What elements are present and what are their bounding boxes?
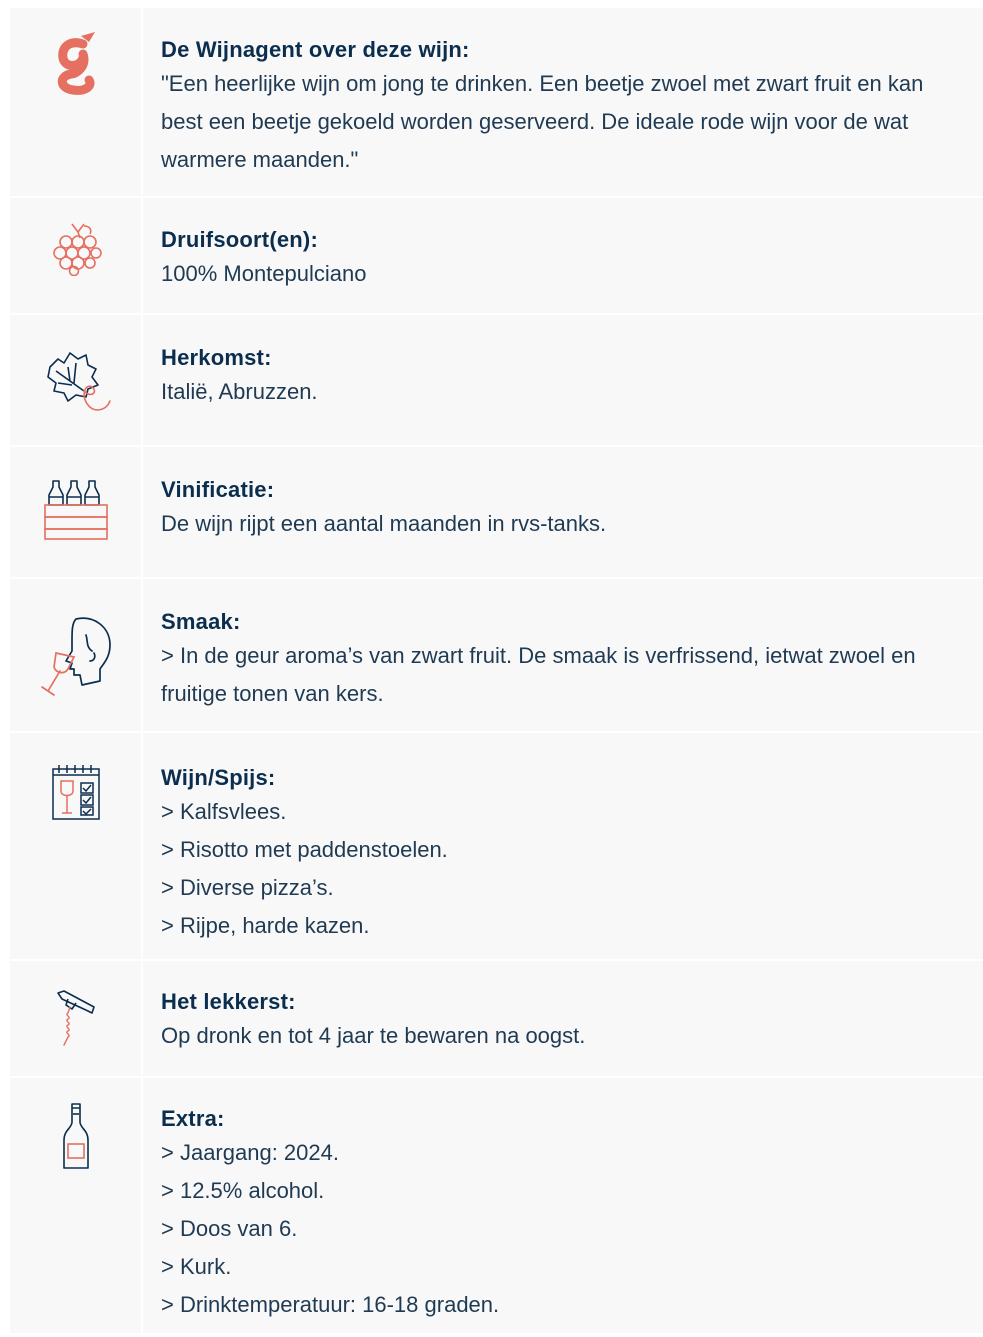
text-cell: Wijn/Spijs: > Kalfsvlees. > Risotto met … [143, 733, 983, 959]
tasting-face-icon [34, 613, 118, 697]
section-het-lekkerst: Het lekkerst: Op dronk en tot 4 jaar te … [10, 961, 983, 1078]
section-smaak: Smaak: > In de geur aroma’s van zwart fr… [10, 579, 983, 733]
section-title: Het lekkerst: [161, 989, 296, 1014]
icon-cell [10, 447, 143, 577]
text-cell: De Wijnagent over deze wijn: "Een heerli… [143, 8, 983, 196]
section-wijnagent: De Wijnagent over deze wijn: "Een heerli… [10, 8, 983, 198]
section-herkomst: Herkomst: Italië, Abruzzen. [10, 315, 983, 447]
section-text: "Een heerlijke wijn om jong te drinken. … [161, 71, 924, 172]
section-list: > Kalfsvlees. > Risotto met paddenstoele… [161, 793, 963, 945]
vine-leaf-icon [40, 347, 112, 417]
corkscrew-icon [54, 989, 98, 1049]
text-cell: Het lekkerst: Op dronk en tot 4 jaar te … [143, 961, 983, 1076]
icon-cell [10, 579, 143, 731]
list-item: > 12.5% alcohol. [161, 1178, 325, 1203]
list-item: > Jaargang: 2024. [161, 1140, 339, 1165]
section-extra: Extra: > Jaargang: 2024. > 12.5% alcohol… [10, 1078, 983, 1335]
section-title: Wijn/Spijs: [161, 765, 276, 790]
list-item: > Drinktemperatuur: 16-18 graden. [161, 1292, 500, 1317]
pairing-checklist-icon [51, 763, 101, 821]
list-item: > Diverse pizza’s. [161, 875, 334, 900]
section-title: Extra: [161, 1106, 225, 1131]
text-cell: Smaak: > In de geur aroma’s van zwart fr… [143, 579, 983, 731]
text-cell: Herkomst: Italië, Abruzzen. [143, 315, 983, 445]
list-item: > Risotto met paddenstoelen. [161, 837, 448, 862]
section-wijn-spijs: Wijn/Spijs: > Kalfsvlees. > Risotto met … [10, 733, 983, 961]
icon-cell [10, 198, 143, 313]
section-vinificatie: Vinificatie: De wijn rijpt een aantal ma… [10, 447, 983, 579]
icon-cell [10, 1078, 143, 1333]
text-cell: Druifsoort(en): 100% Montepulciano [143, 198, 983, 313]
list-item: > Doos van 6. [161, 1216, 298, 1241]
wine-crate-icon [43, 479, 109, 545]
grapes-icon [50, 220, 102, 276]
wijnagent-logo-icon [51, 30, 101, 98]
text-cell: Extra: > Jaargang: 2024. > 12.5% alcohol… [143, 1078, 983, 1333]
icon-cell [10, 733, 143, 959]
section-druifsoort: Druifsoort(en): 100% Montepulciano [10, 198, 983, 315]
icon-cell [10, 315, 143, 445]
icon-cell [10, 961, 143, 1076]
section-text: De wijn rijpt een aantal maanden in rvs-… [161, 511, 607, 536]
section-text: Italië, Abruzzen. [161, 379, 318, 404]
section-text: > In de geur aroma’s van zwart fruit. De… [161, 643, 916, 706]
section-list: > Jaargang: 2024. > 12.5% alcohol. > Doo… [161, 1134, 963, 1324]
section-title: De Wijnagent over deze wijn: [161, 37, 470, 62]
section-title: Vinificatie: [161, 477, 275, 502]
section-text: 100% Montepulciano [161, 261, 367, 286]
icon-cell [10, 8, 143, 196]
section-title: Smaak: [161, 609, 241, 634]
wine-details-table: De Wijnagent over deze wijn: "Een heerli… [10, 8, 983, 1335]
section-text: Op dronk en tot 4 jaar te bewaren na oog… [161, 1023, 586, 1048]
wine-bottle-icon [60, 1102, 92, 1170]
list-item: > Kalfsvlees. [161, 799, 287, 824]
list-item: > Kurk. [161, 1254, 232, 1279]
section-title: Druifsoort(en): [161, 227, 318, 252]
text-cell: Vinificatie: De wijn rijpt een aantal ma… [143, 447, 983, 577]
list-item: > Rijpe, harde kazen. [161, 913, 370, 938]
section-title: Herkomst: [161, 345, 272, 370]
